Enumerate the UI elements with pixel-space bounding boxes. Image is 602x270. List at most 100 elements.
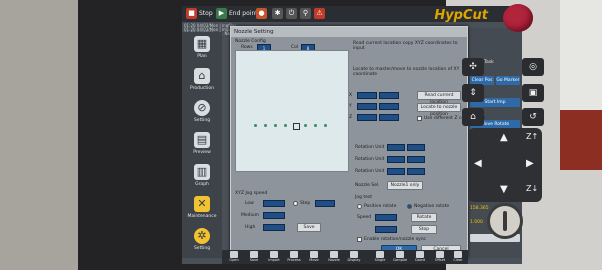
selected-nozzle-point[interactable] (293, 123, 300, 130)
coord-icon (416, 251, 424, 258)
nozzle-select-dropdown[interactable]: Nozzle1 only (387, 181, 423, 190)
nozzle-point[interactable] (314, 124, 317, 127)
laser-icon[interactable]: ✣ (462, 58, 484, 76)
compile-icon (396, 251, 404, 258)
toolbar-label: Nozzle (328, 258, 340, 262)
sidebar-item-setting[interactable]: ⊘ Setting (184, 98, 220, 128)
monitor-bezel: ■ Stop ▶ End point ● ✱ ⏻ ⚲ ⚠ HypCut 01:2… (78, 0, 522, 270)
settings-icon[interactable]: ✱ (272, 8, 283, 19)
focus-icon[interactable]: ◎ (522, 58, 544, 76)
toolbar-offset[interactable]: Offset (432, 251, 448, 263)
z-input[interactable] (357, 114, 377, 121)
toolbar-single[interactable]: Single (372, 251, 388, 263)
toolbar-clear[interactable]: Clear (450, 251, 466, 263)
coord-value-x: 158.365 (470, 206, 489, 211)
nozzle-icon (330, 251, 338, 258)
z-up-icon[interactable]: Z↑ (526, 132, 538, 141)
toolbar-process[interactable]: Process (286, 251, 302, 263)
single-icon (376, 251, 384, 258)
read-current-location-button[interactable]: Read current location (417, 91, 461, 105)
sidebar: ▦ Plan ⌂ Production ⊘ Setting ▤ Preview … (182, 32, 222, 258)
toolbar-coord[interactable]: Coord (412, 251, 428, 263)
stop-button[interactable]: Stop (199, 8, 213, 20)
rotation-input[interactable] (387, 144, 405, 151)
nozzle-point[interactable] (304, 124, 307, 127)
lock-icon[interactable]: ⚲ (300, 8, 311, 19)
sidebar-item-maintenance[interactable]: ✕ Maintenance (184, 194, 220, 224)
z-step-input[interactable] (379, 114, 399, 121)
z-down-icon[interactable]: Z↓ (526, 184, 538, 193)
alarm-icon[interactable]: ⚠ (314, 8, 325, 19)
save-icon (250, 251, 258, 258)
speed-medium-input[interactable] (263, 212, 285, 219)
open-icon (230, 251, 238, 258)
production-icon: ⌂ (194, 68, 210, 84)
toolbar-save[interactable]: Save (246, 251, 262, 263)
arrow-up-icon[interactable]: ▲ (500, 132, 508, 143)
speed-high-input[interactable] (263, 224, 285, 231)
sidebar-item-setting-2[interactable]: ✲ Setting (184, 226, 220, 256)
jog-distance-input[interactable] (375, 226, 397, 233)
step-radio[interactable] (293, 201, 298, 206)
speed-medium-label: Medium (241, 213, 259, 218)
nozzle-point[interactable] (284, 124, 287, 127)
toolbar-nozzle[interactable]: Nozzle (326, 251, 342, 263)
home-icon[interactable]: ⌂ (462, 108, 484, 126)
reset-icon[interactable]: ↺ (522, 108, 544, 126)
rotate-button[interactable]: Rotate (411, 213, 437, 222)
move-icon (310, 251, 318, 258)
x-label: X (349, 93, 353, 98)
power-icon[interactable]: ⏻ (286, 8, 297, 19)
y-step-input[interactable] (379, 103, 399, 110)
frame-icon[interactable]: ▣ (522, 84, 544, 102)
bottom-toolbar: Open Save Import Process Move Nozzle Dis… (222, 250, 468, 264)
rotation-label: Rotation Unit (355, 145, 385, 150)
toolbar-import[interactable]: Import (266, 251, 282, 263)
sync-checkbox[interactable] (357, 237, 362, 242)
sidebar-item-production[interactable]: ⌂ Production (184, 66, 220, 96)
nozzle-point[interactable] (254, 124, 257, 127)
nozzle-point[interactable] (264, 124, 267, 127)
rotation-input[interactable] (407, 168, 425, 175)
speed-knob[interactable] (487, 203, 523, 239)
rotation-input[interactable] (407, 144, 425, 151)
nozzle-point[interactable] (324, 124, 327, 127)
go-marker-button[interactable]: Go Marker (496, 76, 520, 85)
end-point-button[interactable]: End point (229, 8, 258, 20)
stop-jog-button[interactable]: Stop (411, 225, 437, 234)
arrow-left-icon[interactable]: ◀ (474, 158, 482, 169)
sidebar-item-plan[interactable]: ▦ Plan (184, 34, 220, 64)
speed-low-input[interactable] (263, 200, 285, 207)
locate-nozzle-button[interactable]: Locate to nozzle position (417, 103, 461, 117)
jog-speed-input[interactable] (375, 214, 397, 221)
arrow-right-icon[interactable]: ▶ (526, 158, 534, 169)
z-adjust-icon[interactable]: ⇕ (462, 84, 484, 102)
toolbar-move[interactable]: Move (306, 251, 322, 263)
rotation-input[interactable] (407, 156, 425, 163)
toolbar-display[interactable]: Display (346, 251, 362, 263)
sidebar-item-label: Setting (193, 118, 211, 123)
speed-label: Speed (357, 215, 372, 220)
toolbar-compile[interactable]: Compile (392, 251, 408, 263)
positive-rotate-radio[interactable] (357, 204, 362, 209)
speed-low-label: Low (245, 201, 254, 206)
negative-rotate-radio[interactable] (407, 204, 412, 209)
y-input[interactable] (357, 103, 377, 110)
x-step-input[interactable] (379, 92, 399, 99)
toolbar-open[interactable]: Open (226, 251, 242, 263)
rotation-label: Rotation Unit (355, 169, 385, 174)
emergency-stop-button[interactable] (503, 4, 533, 32)
tool-icon[interactable]: ● (256, 8, 267, 19)
x-input[interactable] (357, 92, 377, 99)
arrow-down-icon[interactable]: ▼ (500, 184, 508, 195)
stop-icon[interactable]: ■ (186, 8, 197, 19)
rotation-input[interactable] (387, 168, 405, 175)
nozzle-point[interactable] (274, 124, 277, 127)
save-button[interactable]: Save (297, 223, 321, 232)
rotation-input[interactable] (387, 156, 405, 163)
sidebar-item-graph[interactable]: ▥ Graph (184, 162, 220, 192)
sidebar-item-preview[interactable]: ▤ Preview (184, 130, 220, 160)
end-point-icon[interactable]: ▶ (216, 8, 227, 19)
use-different-z-checkbox[interactable] (417, 116, 422, 121)
step-input[interactable] (315, 200, 335, 207)
